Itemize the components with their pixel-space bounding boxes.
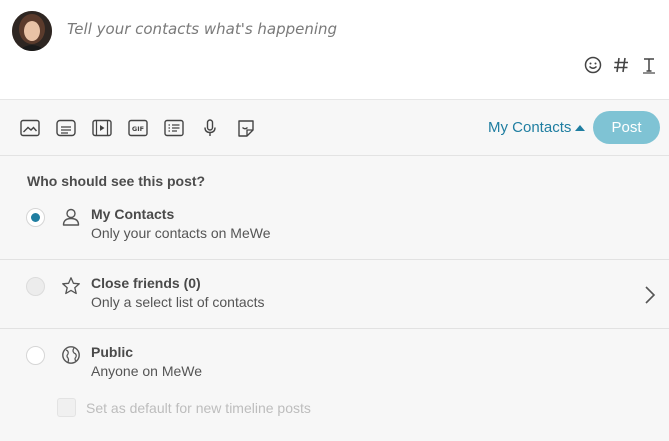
default-checkbox[interactable] <box>57 398 76 417</box>
media-attach-icons: GIF <box>19 117 257 139</box>
divider <box>0 259 669 260</box>
post-toolbar: GIF My Contacts <box>0 100 669 156</box>
radio-close-friends[interactable] <box>26 277 45 296</box>
post-composer <box>0 0 669 100</box>
default-setting-row[interactable]: Set as default for new timeline posts <box>57 398 311 417</box>
privacy-option-public[interactable]: Public Anyone on MeWe <box>0 337 669 405</box>
document-icon[interactable] <box>55 117 77 139</box>
photo-icon[interactable] <box>19 117 41 139</box>
gif-icon[interactable]: GIF <box>127 117 149 139</box>
video-icon[interactable] <box>91 117 113 139</box>
radio-public[interactable] <box>26 346 45 365</box>
post-button[interactable]: Post <box>593 111 660 144</box>
option-description: Only your contacts on MeWe <box>91 225 271 241</box>
svg-text:GIF: GIF <box>132 125 144 133</box>
privacy-option-close-friends[interactable]: Close friends (0) Only a select list of … <box>0 267 669 335</box>
default-label: Set as default for new timeline posts <box>86 399 311 416</box>
avatar[interactable] <box>12 11 52 51</box>
star-icon <box>61 276 81 296</box>
privacy-option-my-contacts[interactable]: My Contacts Only your contacts on MeWe <box>0 197 669 265</box>
divider <box>0 328 669 329</box>
panel-title: Who should see this post? <box>27 173 206 189</box>
radio-my-contacts[interactable] <box>26 208 45 227</box>
privacy-panel: Who should see this post? My Contacts On… <box>0 157 669 441</box>
sticker-icon[interactable] <box>235 117 257 139</box>
option-title: My Contacts <box>91 206 175 222</box>
text-format-icon[interactable] <box>639 55 659 75</box>
option-description: Anyone on MeWe <box>91 363 203 379</box>
composer-tools <box>583 55 659 75</box>
option-title: Public <box>91 344 134 360</box>
option-description: Only a select list of contacts <box>91 294 265 310</box>
poll-icon[interactable] <box>163 117 185 139</box>
globe-icon <box>61 345 81 365</box>
chevron-right-icon[interactable] <box>643 285 657 305</box>
hashtag-icon[interactable] <box>611 55 631 75</box>
microphone-icon[interactable] <box>199 117 221 139</box>
post-text-input[interactable] <box>67 20 587 38</box>
emoji-icon[interactable] <box>583 55 603 75</box>
audience-selector[interactable]: My Contacts <box>488 119 586 136</box>
person-icon <box>61 207 81 227</box>
caret-up-icon <box>575 124 586 131</box>
audience-label: My Contacts <box>488 119 572 136</box>
option-title: Close friends (0) <box>91 275 201 291</box>
